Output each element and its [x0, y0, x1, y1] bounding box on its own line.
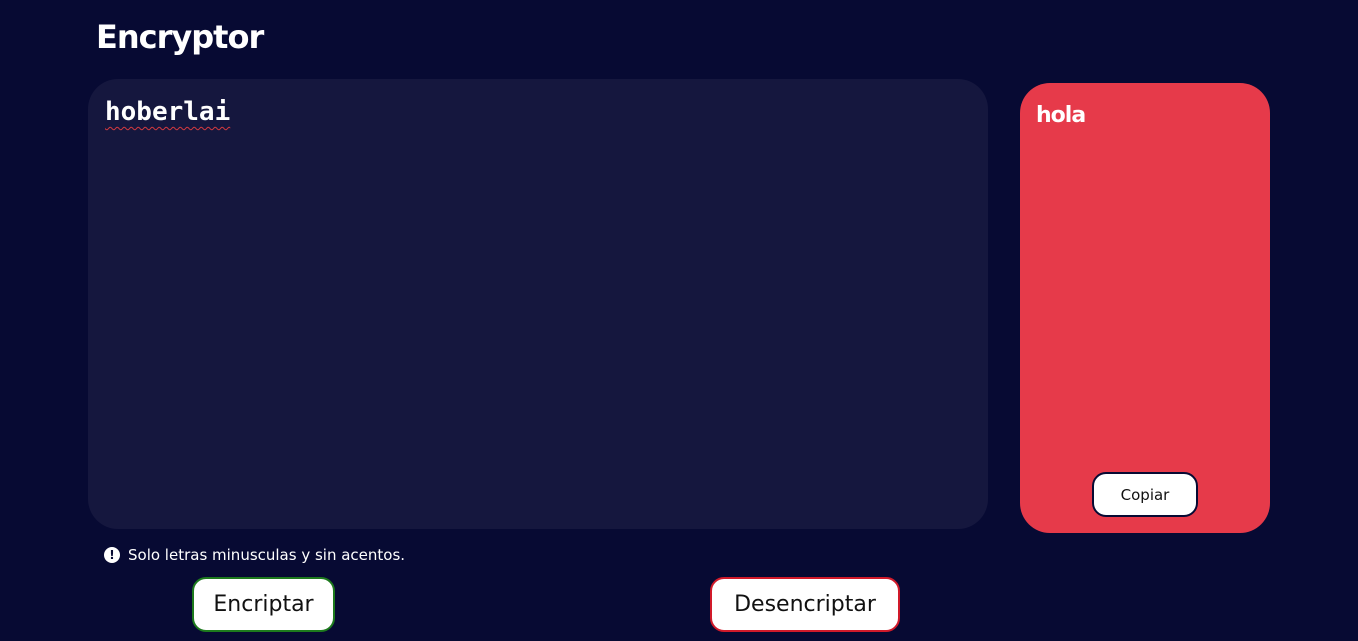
- hint-text: Solo letras minusculas y sin acentos.: [128, 546, 406, 564]
- hint: ! Solo letras minusculas y sin acentos.: [104, 546, 405, 564]
- decrypt-button[interactable]: Desencriptar: [710, 577, 900, 632]
- app-title: Encryptor: [96, 18, 264, 56]
- output-text: hola: [1036, 103, 1086, 128]
- copy-button[interactable]: Copiar: [1092, 472, 1198, 517]
- encrypt-button[interactable]: Encriptar: [192, 577, 335, 632]
- info-icon: !: [104, 547, 120, 563]
- input-text: hoberlai: [105, 97, 231, 127]
- page: Encryptor hoberlai hola Copiar ! Solo le…: [0, 0, 1358, 641]
- output-panel: hola Copiar: [1020, 83, 1270, 533]
- input-textarea[interactable]: hoberlai: [88, 79, 988, 529]
